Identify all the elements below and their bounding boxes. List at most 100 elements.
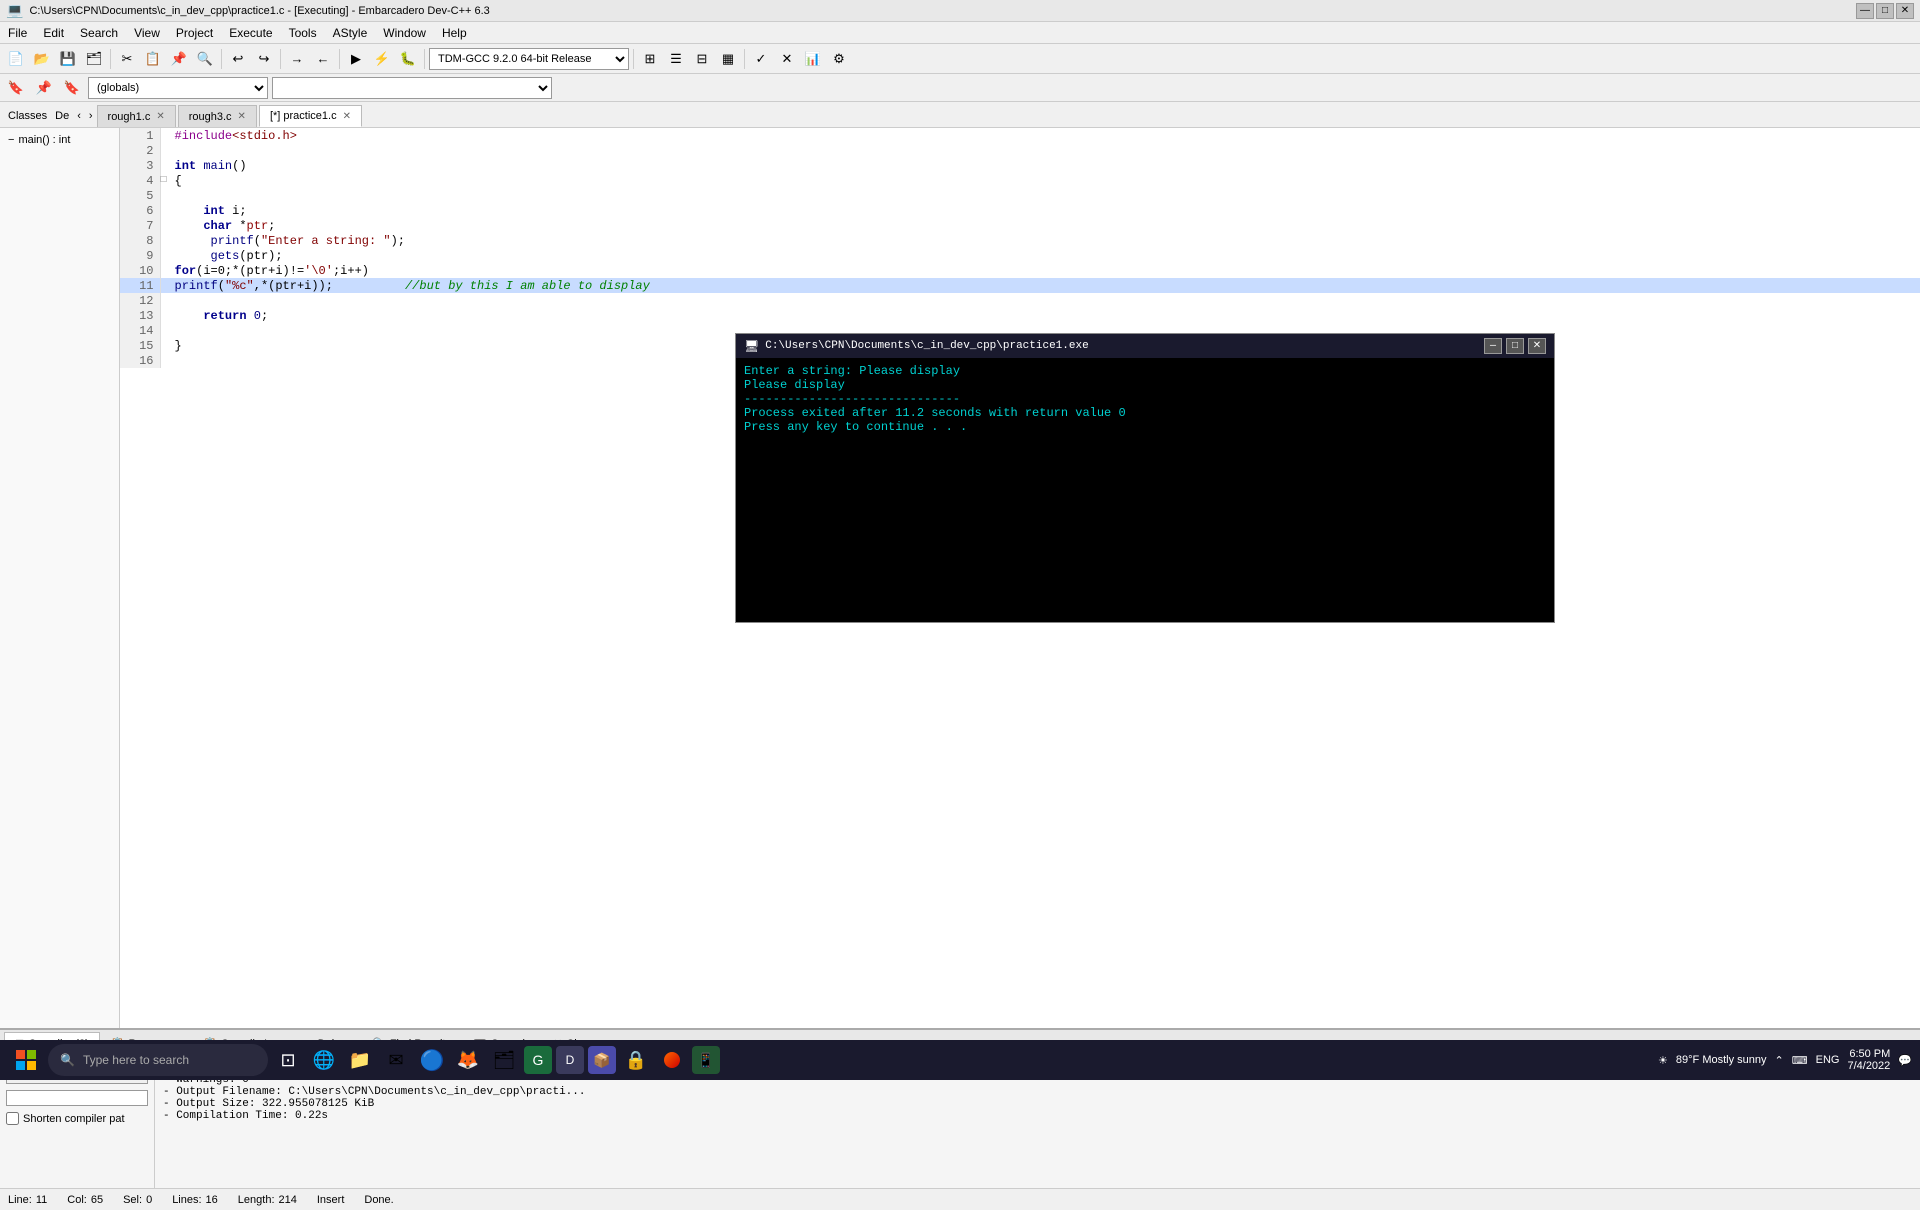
menu-item-project[interactable]: Project <box>168 24 221 42</box>
tree-item-main[interactable]: − main() : int <box>0 132 119 148</box>
tab-rough1c[interactable]: rough1.c ✕ <box>97 105 176 127</box>
save-all-button[interactable]: 🗂 <box>82 47 106 71</box>
menu-bar: FileEditSearchViewProjectExecuteToolsASt… <box>0 22 1920 44</box>
lines-value: 16 <box>206 1194 218 1206</box>
vpn-icon[interactable]: 🔒 <box>620 1044 652 1076</box>
system-tray-up-arrow[interactable]: ⌃ <box>1775 1054 1784 1067</box>
menu-item-help[interactable]: Help <box>434 24 475 42</box>
compile-button[interactable]: ▶ <box>344 47 368 71</box>
sep1 <box>110 49 111 69</box>
folder-icon[interactable]: 🗂 <box>488 1044 520 1076</box>
nav-next-button[interactable]: › <box>85 105 97 127</box>
task-view-button[interactable]: ⊡ <box>272 1044 304 1076</box>
copy-button[interactable]: 📋 <box>141 47 165 71</box>
status-bar: Line: 11 Col: 65 Sel: 0 Lines: 16 Length… <box>0 1188 1920 1210</box>
bookmark-next-button[interactable]: 🔖 <box>60 76 84 100</box>
line-num-13: 13 <box>120 308 160 323</box>
devcpp-icon[interactable] <box>656 1044 688 1076</box>
notification-icon[interactable]: 💬 <box>1898 1054 1912 1067</box>
profile-button[interactable]: 📊 <box>801 47 825 71</box>
new-button[interactable]: 📄 <box>4 47 28 71</box>
compiler-select[interactable]: TDM-GCC 9.2.0 64-bit Release <box>429 48 629 70</box>
menu-item-tools[interactable]: Tools <box>281 24 325 42</box>
explorer-icon[interactable]: 📁 <box>344 1044 376 1076</box>
app4-icon[interactable]: 📱 <box>692 1046 720 1074</box>
firefox-icon[interactable]: 🦊 <box>452 1044 484 1076</box>
code-line-9: 9 gets(ptr); <box>120 248 1920 263</box>
code-line-10: 10 for(i=0;*(ptr+i)!='\0';i++) <box>120 263 1920 278</box>
save-button[interactable]: 💾 <box>56 47 80 71</box>
app2-icon[interactable]: D <box>556 1046 584 1074</box>
terminal-window[interactable]: 🖥 C:\Users\CPN\Documents\c_in_dev_cpp\pr… <box>735 333 1555 623</box>
app1-icon[interactable]: G <box>524 1046 552 1074</box>
menu-item-astyle[interactable]: AStyle <box>325 24 376 42</box>
tab-rough3c[interactable]: rough3.c ✕ <box>178 105 257 127</box>
menu-item-execute[interactable]: Execute <box>221 24 280 42</box>
menu-item-window[interactable]: Window <box>375 24 434 42</box>
shorten-compiler-checkbox[interactable] <box>6 1112 19 1125</box>
close-button[interactable]: ✕ <box>1896 3 1914 19</box>
maximize-button[interactable]: □ <box>1876 3 1894 19</box>
unindent-button[interactable]: ← <box>311 47 335 71</box>
line-content-11: printf("%c",*(ptr+i)); //but by this I a… <box>167 278 1920 293</box>
code-line-3: 3 int main() <box>120 158 1920 173</box>
line-content-4: { <box>167 173 1920 188</box>
status-length: Length: 214 <box>238 1194 297 1206</box>
menu-item-edit[interactable]: Edit <box>35 24 72 42</box>
search-icon: 🔍 <box>60 1053 75 1067</box>
sep5 <box>424 49 425 69</box>
menu-item-search[interactable]: Search <box>72 24 126 42</box>
undo-button[interactable]: ↩ <box>226 47 250 71</box>
tree-view-button[interactable]: ⊟ <box>690 47 714 71</box>
find-button[interactable]: 🔍 <box>193 47 217 71</box>
menu-item-view[interactable]: View <box>126 24 168 42</box>
line-num-2: 2 <box>120 143 160 158</box>
code-line-7: 7 char *ptr; <box>120 218 1920 233</box>
paste-button[interactable]: 📌 <box>167 47 191 71</box>
terminal-minimize[interactable]: — <box>1484 338 1502 354</box>
app3-icon[interactable]: 📦 <box>588 1046 616 1074</box>
classes-tab[interactable]: Classes <box>4 105 51 127</box>
stop-button[interactable]: ✕ <box>775 47 799 71</box>
nav-prev-button[interactable]: ‹ <box>73 105 85 127</box>
tab-rough3c-close[interactable]: ✕ <box>238 111 246 122</box>
layout-button[interactable]: ▦ <box>716 47 740 71</box>
terminal-close[interactable]: ✕ <box>1528 338 1546 354</box>
lines-label: Lines: <box>172 1194 201 1206</box>
sep3 <box>280 49 281 69</box>
line-num-3: 3 <box>120 158 160 173</box>
minimize-button[interactable]: — <box>1856 3 1874 19</box>
line-num-14: 14 <box>120 323 160 338</box>
line-content-10: for(i=0;*(ptr+i)!='\0';i++) <box>167 263 1920 278</box>
settings-button[interactable]: ⚙ <box>827 47 851 71</box>
debug-button[interactable]: 🐛 <box>396 47 420 71</box>
mail-icon[interactable]: ✉ <box>380 1044 412 1076</box>
line-num-5: 5 <box>120 188 160 203</box>
cut-button[interactable]: ✂ <box>115 47 139 71</box>
tab-rough1c-label: rough1.c <box>108 111 151 123</box>
tab-rough1c-close[interactable]: ✕ <box>156 111 164 122</box>
open-button[interactable]: 📂 <box>30 47 54 71</box>
grid-view-button[interactable]: ⊞ <box>638 47 662 71</box>
bookmark-button[interactable]: 📌 <box>32 76 56 100</box>
line-content-5 <box>167 188 1920 203</box>
start-button[interactable] <box>8 1042 44 1078</box>
indent-button[interactable]: → <box>285 47 309 71</box>
function-select[interactable] <box>272 77 552 99</box>
clock-time: 6:50 PM <box>1847 1048 1890 1060</box>
redo-button[interactable]: ↪ <box>252 47 276 71</box>
debug-tab[interactable]: De <box>51 105 73 127</box>
list-view-button[interactable]: ☰ <box>664 47 688 71</box>
tab-practice1c[interactable]: [*] practice1.c ✕ <box>259 105 362 127</box>
browser-edge-icon[interactable]: 🔵 <box>416 1044 448 1076</box>
scope-select[interactable]: (globals) <box>88 77 268 99</box>
menu-item-file[interactable]: File <box>0 24 35 42</box>
edge-icon[interactable]: 🌐 <box>308 1044 340 1076</box>
check-button[interactable]: ✓ <box>749 47 773 71</box>
tab-practice1c-close[interactable]: ✕ <box>343 111 351 122</box>
terminal-maximize[interactable]: □ <box>1506 338 1524 354</box>
bookmark-prev-button[interactable]: 🔖 <box>4 76 28 100</box>
run-button[interactable]: ⚡ <box>370 47 394 71</box>
code-editor[interactable]: 1 #include<stdio.h> 2 3 int main() <box>120 128 1920 1028</box>
search-bar[interactable]: 🔍 Type here to search <box>48 1044 268 1076</box>
